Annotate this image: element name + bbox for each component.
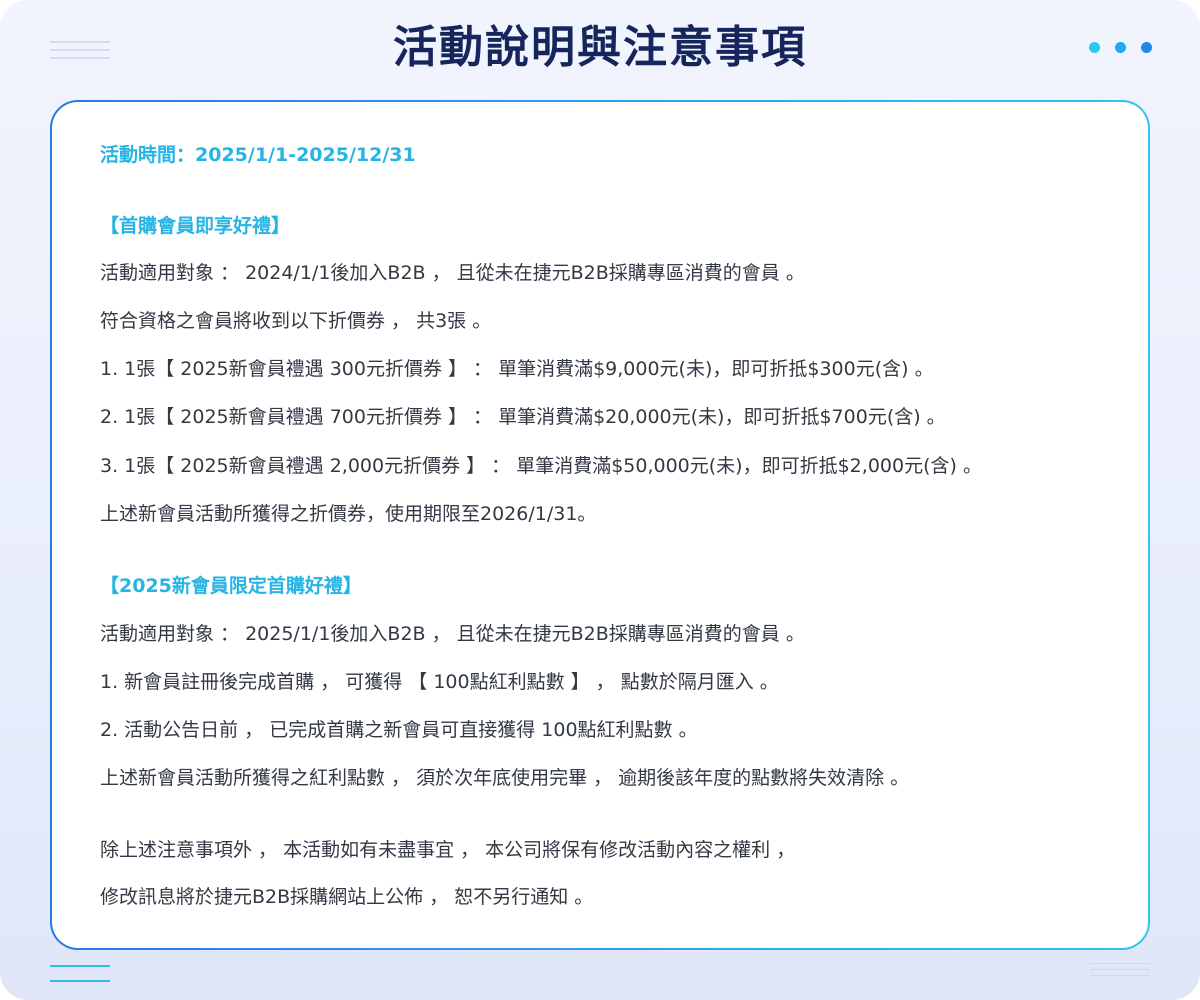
decorative-lines-bottom-right — [1090, 963, 1150, 981]
section1-line: 2. 1張【 2025新會員禮遇 700元折價券 】 ： 單筆消費滿$20,00… — [100, 406, 946, 428]
section2-line: 2. 活動公告日前 ， 已完成首購之新會員可直接獲得 100點紅利點數 。 — [100, 719, 698, 741]
decorative-dots — [1089, 42, 1152, 53]
notice-line: 除上述注意事項外 ， 本活動如有未盡事宜 ， 本公司將保有修改活動內容之權利 ， — [100, 839, 796, 861]
page-title: 活動說明與注意事項 — [393, 22, 807, 73]
event-period: 活動時間：2025/1/1-2025/12/31 — [100, 144, 416, 166]
decorative-lines-bottom-left — [50, 965, 110, 995]
notice-line: 修改訊息將於捷元B2B採購網站上公佈 ， 恕不另行通知 。 — [100, 886, 594, 908]
section2-line: 1. 新會員註冊後完成首購 ， 可獲得 【 100點紅利點數 】 ， 點數於隔月… — [100, 671, 779, 693]
section1-line: 1. 1張【 2025新會員禮遇 300元折價券 】 ： 單筆消費滿$9,000… — [100, 358, 934, 380]
section1-line: 符合資格之會員將收到以下折價券 ， 共3張 。 — [100, 310, 492, 332]
announcement-page: 活動說明與注意事項 活動時間：2025/1/1-2025/12/31 【首購會員… — [0, 0, 1200, 1000]
dot-icon — [1089, 42, 1100, 53]
content-card: 活動時間：2025/1/1-2025/12/31 【首購會員即享好禮】 活動適用… — [50, 100, 1150, 950]
section1-line: 上述新會員活動所獲得之折價券，使用期限至2026/1/31。 — [100, 503, 597, 525]
dot-icon — [1141, 42, 1152, 53]
section1-line: 3. 1張【 2025新會員禮遇 2,000元折價券 】 ： 單筆消費滿$50,… — [100, 455, 982, 477]
section2-line: 上述新會員活動所獲得之紅利點數 ， 須於次年底使用完畢 ， 逾期後該年度的點數將… — [100, 767, 910, 789]
content-card-body: 活動時間：2025/1/1-2025/12/31 【首購會員即享好禮】 活動適用… — [52, 102, 1148, 948]
section-heading-new-member: 【2025新會員限定首購好禮】 — [100, 575, 362, 597]
section-heading-first-purchase: 【首購會員即享好禮】 — [100, 215, 291, 237]
section2-line: 活動適用對象 ： 2025/1/1後加入B2B ， 且從未在捷元B2B採購專區消… — [100, 623, 805, 645]
dot-icon — [1115, 42, 1126, 53]
section1-line: 活動適用對象 ： 2024/1/1後加入B2B ， 且從未在捷元B2B採購專區消… — [100, 262, 805, 284]
